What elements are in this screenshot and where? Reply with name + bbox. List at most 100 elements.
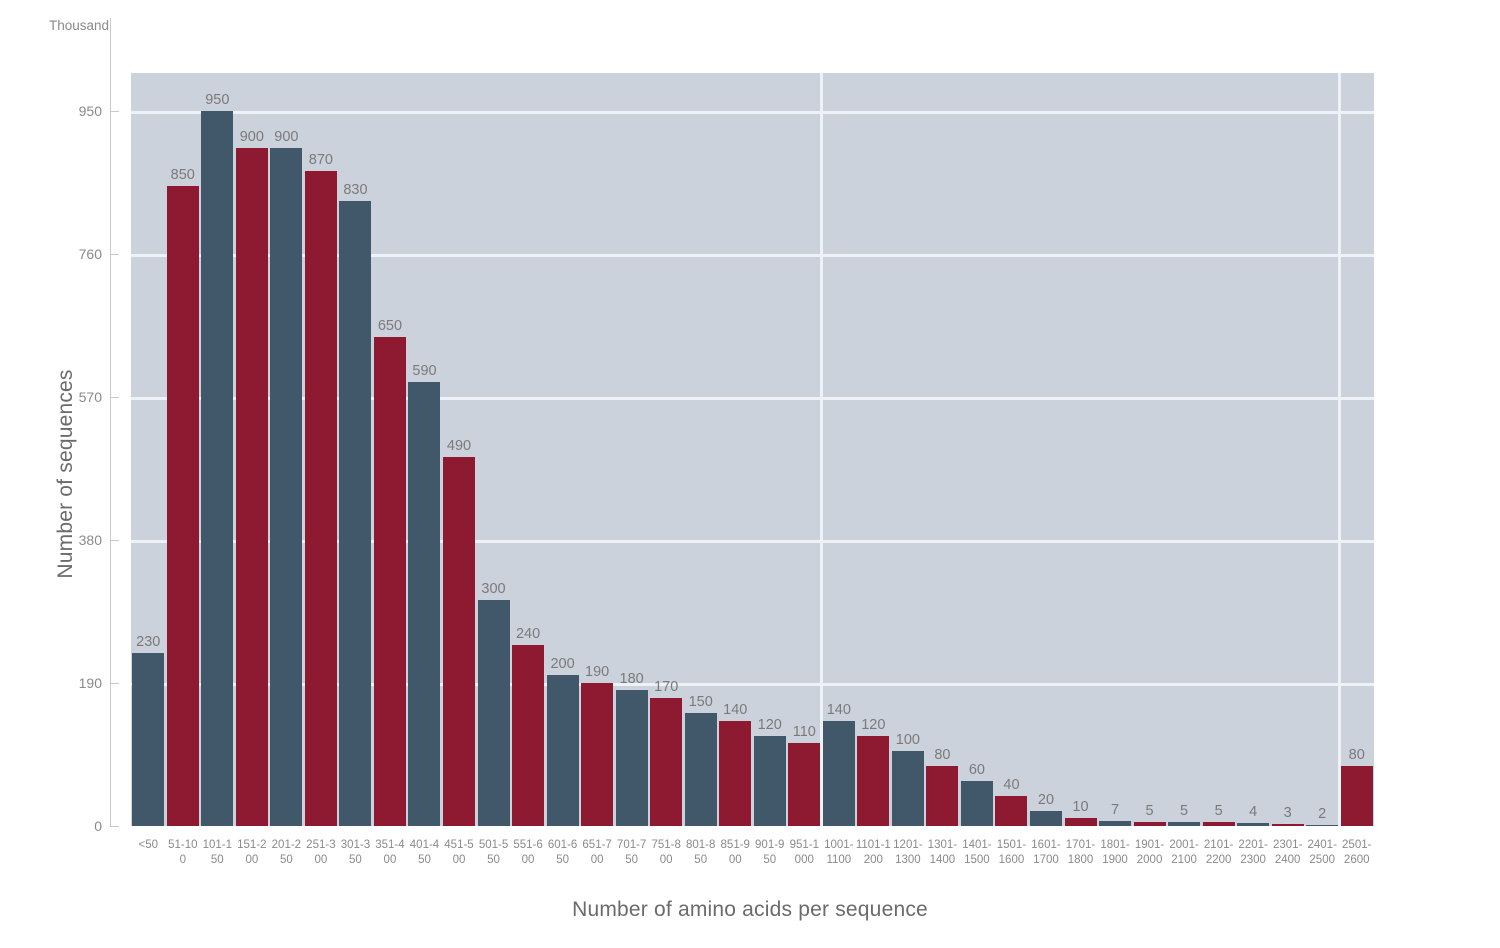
bar[interactable] [1340, 765, 1373, 826]
bar-value-label: 5 [1180, 803, 1189, 820]
bar[interactable] [926, 765, 959, 826]
bar-value-label: 230 [136, 633, 161, 650]
bar[interactable] [753, 735, 786, 826]
y-axis-tick-label: 950 [78, 102, 102, 119]
x-axis-tick-label: 1901-2000 [1134, 839, 1165, 866]
bar[interactable] [960, 780, 993, 826]
bar-value-label: 190 [585, 663, 610, 680]
x-axis-tick-label: 951-1000 [789, 839, 819, 866]
x-axis-ticks: <50 51-100 101-150 151-200 201-250 251-300 301… [131, 838, 1374, 884]
bar-value-label: 60 [968, 761, 985, 778]
bar[interactable] [1029, 810, 1062, 826]
bar[interactable] [235, 148, 268, 826]
x-axis-tick-label: 751-800 [651, 839, 681, 866]
bar-value-label: 900 [239, 129, 264, 146]
bar[interactable] [512, 645, 545, 826]
x-axis-tick-label: 251-300 [306, 839, 336, 866]
bar[interactable] [373, 336, 406, 826]
bar[interactable] [339, 201, 372, 826]
bar-value-label: 5 [1145, 803, 1154, 820]
bar[interactable] [857, 735, 890, 826]
bar-value-label: 200 [550, 656, 575, 673]
x-axis-tick-label: 1701-1800 [1065, 839, 1096, 866]
x-axis-tick-label: 1401-1500 [962, 839, 992, 866]
bar[interactable] [1271, 823, 1304, 826]
x-axis-tick-label: 1601-1700 [1031, 839, 1061, 866]
bar[interactable] [788, 743, 821, 826]
bar-value-label: 40 [1003, 776, 1020, 793]
bar[interactable] [201, 110, 234, 826]
x-axis-tick-label: 1501-1600 [996, 839, 1027, 866]
bar-value-label: 80 [934, 746, 951, 763]
bar[interactable] [270, 148, 303, 826]
x-axis-tick-label: 401-450 [409, 839, 440, 866]
bar[interactable] [166, 185, 199, 826]
y-axis-tick-label: 0 [94, 818, 102, 834]
bar-value-label: 80 [1348, 746, 1365, 763]
bar[interactable] [995, 795, 1028, 826]
y-axis-tick-mark [110, 110, 119, 112]
bar-value-label: 870 [308, 151, 333, 168]
x-axis-tick-label: 551-600 [513, 839, 543, 866]
bar-value-label: 650 [377, 317, 403, 334]
x-axis-tick-label: 801-850 [685, 839, 716, 866]
x-axis-tick-label: 2501-2600 [1342, 839, 1372, 866]
x-axis-tick-label: 1301-1400 [927, 839, 958, 866]
bar-value-label: 3 [1283, 804, 1292, 821]
bar-value-label: 300 [481, 581, 506, 598]
y-axis-tick-mark [110, 396, 119, 398]
y-axis-tick-label: 570 [78, 388, 102, 405]
bar[interactable] [408, 381, 441, 826]
bar[interactable] [1202, 822, 1235, 826]
y-axis-tick-mark [110, 539, 119, 541]
bar[interactable] [304, 170, 337, 826]
bar-value-label: 100 [895, 731, 920, 748]
y-axis-tick-label: 190 [78, 674, 102, 691]
x-axis-tick-label: 901-950 [755, 839, 785, 866]
x-axis-tick-label: 51-100 [168, 839, 198, 866]
x-axis-tick-label: 2001-2100 [1169, 839, 1199, 866]
bar[interactable] [719, 720, 752, 826]
x-axis-title: Number of amino acids per sequence [572, 898, 928, 921]
y-axis-title: Number of sequences [54, 369, 77, 579]
x-axis-tick-label: 1801-1900 [1100, 839, 1130, 866]
bars-layer: 230 850 950 900 900 870 830 650 590 490 300 240 200 1… [131, 73, 1374, 826]
bar[interactable] [1099, 820, 1132, 826]
y-axis-tick-label: 760 [78, 245, 102, 262]
bar[interactable] [1237, 823, 1270, 826]
bar-value-label: 170 [654, 679, 679, 695]
bar-value-label: 2 [1318, 805, 1327, 822]
bar-value-label: 850 [170, 166, 195, 183]
x-axis-tick-label: 201-250 [271, 839, 302, 866]
bar-value-label: 180 [619, 671, 644, 688]
x-axis-tick-label: 1101-1200 [855, 839, 891, 866]
x-axis-tick-label: 501-550 [478, 839, 509, 866]
x-axis-tick-label: 2301-2400 [1272, 839, 1303, 866]
bar[interactable] [684, 713, 717, 826]
y-axis-tick-mark [110, 826, 119, 827]
bar[interactable] [1168, 822, 1201, 826]
bar[interactable] [546, 675, 579, 826]
bar[interactable] [1306, 824, 1339, 826]
bar-value-label: 7 [1110, 801, 1120, 818]
bar[interactable] [581, 682, 614, 826]
bar[interactable] [477, 600, 510, 826]
bar[interactable] [443, 457, 476, 826]
plot-area: 230 850 950 900 900 870 830 650 590 490 300 240 200 1… [131, 73, 1374, 826]
bar-value-label: 950 [205, 91, 230, 108]
bar-value-label: 590 [412, 362, 437, 379]
bar-value-label: 150 [688, 694, 713, 711]
bar[interactable] [891, 750, 924, 826]
bar-value-label: 240 [515, 626, 541, 643]
y-axis-tick-mark [110, 253, 119, 255]
bar[interactable] [615, 690, 648, 826]
bar[interactable] [132, 652, 165, 826]
x-axis-tick-label: 601-650 [547, 839, 578, 866]
bar[interactable] [822, 720, 855, 826]
bar[interactable] [650, 698, 683, 826]
bar[interactable] [1064, 818, 1097, 826]
bar-value-label: 10 [1072, 799, 1089, 816]
x-axis-tick-label: 351-400 [375, 839, 405, 866]
y-axis-line [110, 18, 111, 826]
bar[interactable] [1133, 822, 1166, 826]
